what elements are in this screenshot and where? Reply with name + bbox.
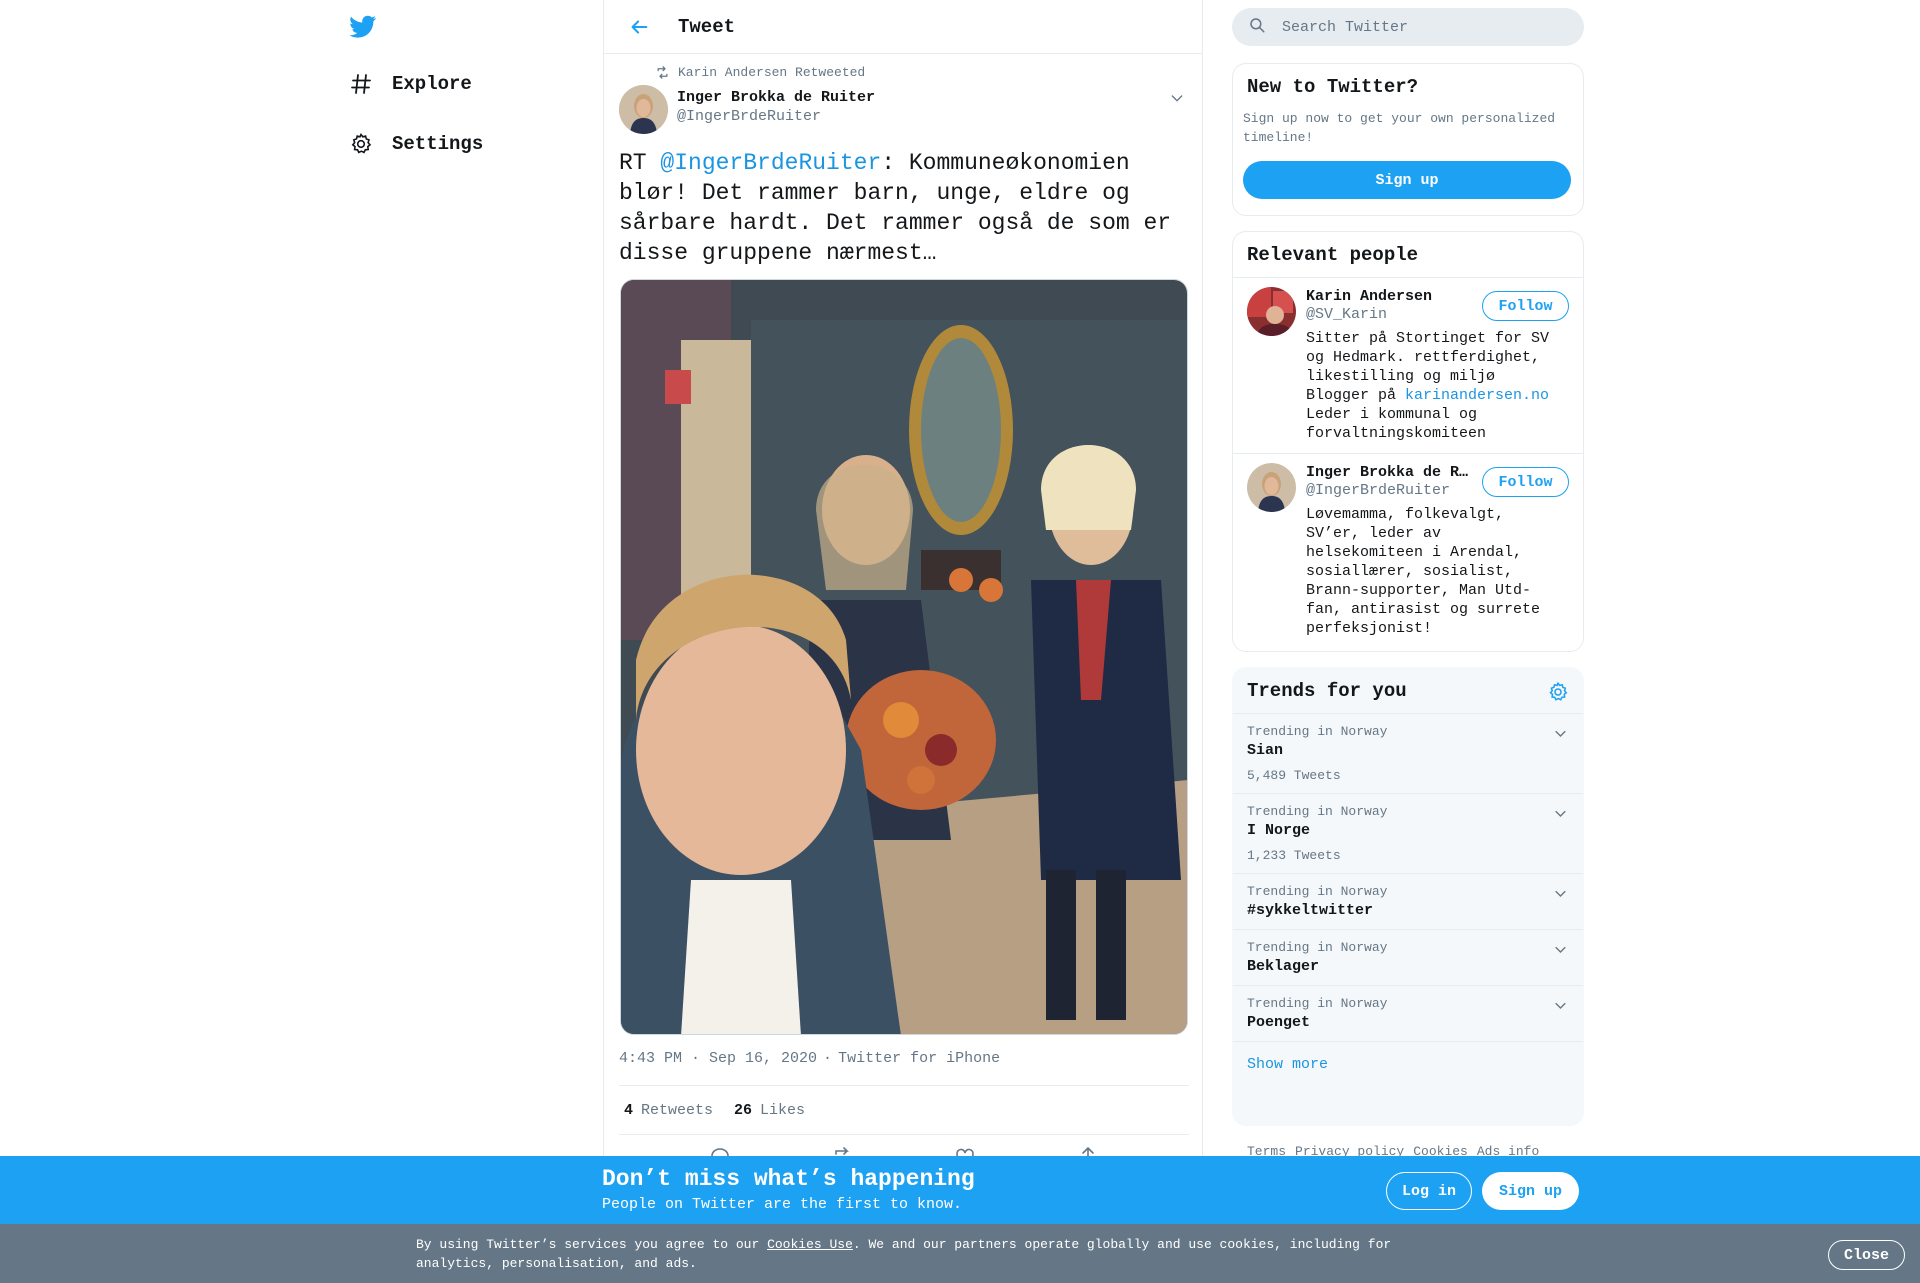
likes-label: Likes <box>760 1101 806 1119</box>
cookies-use-link[interactable]: Cookies Use <box>767 1237 853 1252</box>
search-input[interactable] <box>1282 18 1562 36</box>
chevron-down-icon[interactable] <box>1551 804 1569 822</box>
tweet-text-prefix: RT <box>619 150 661 176</box>
trend-name: Sian <box>1247 742 1284 759</box>
gear-icon <box>348 131 374 157</box>
nav-settings-label: Settings <box>392 133 484 155</box>
show-more-link[interactable]: Show more <box>1233 1042 1583 1087</box>
follow-button[interactable]: Follow <box>1482 291 1569 321</box>
nav-explore-label: Explore <box>392 73 472 95</box>
search-box[interactable] <box>1232 8 1584 46</box>
likes-stat[interactable]: 26 Likes <box>734 1102 805 1119</box>
trends-header: Trends for you <box>1233 668 1583 714</box>
trend-name: #sykkeltwitter <box>1247 902 1374 919</box>
tweet-column: Tweet Karin Andersen Retweeted Inger Bro… <box>603 0 1203 1283</box>
retweeted-by[interactable]: Karin Andersen Retweeted <box>678 65 865 80</box>
person-inger[interactable]: Inger Brokka de Ruiter @IngerBrdeRuiter … <box>1233 454 1583 648</box>
trend-context: Trending in Norway <box>1247 884 1388 899</box>
mention-link[interactable]: @IngerBrdeRuiter <box>660 150 881 176</box>
avatar[interactable] <box>1247 463 1296 512</box>
new-to-twitter-desc: Sign up now to get your own personalized… <box>1243 111 1556 145</box>
person-bio-text-end: Leder i kommunal og forvaltningskomiteen <box>1306 406 1487 442</box>
person-bio: Sitter på Stortinget for SV og Hedmark. … <box>1306 329 1551 443</box>
likes-count: 26 <box>734 1101 753 1119</box>
trend-item[interactable]: Trending in Norway Beklager <box>1233 930 1583 986</box>
twitter-bird-icon[interactable] <box>348 13 378 40</box>
banner-subtitle: People on Twitter are the first to know. <box>602 1196 963 1213</box>
trends-title: Trends for you <box>1247 680 1407 702</box>
follow-button[interactable]: Follow <box>1482 467 1569 497</box>
chevron-down-icon[interactable] <box>1551 996 1569 1014</box>
relevant-people-card: Relevant people Karin Andersen @SV_Karin… <box>1232 231 1584 652</box>
banner-title: Don’t miss what’s happening <box>602 1166 975 1192</box>
retweets-count: 4 <box>624 1101 634 1119</box>
chevron-down-icon[interactable] <box>1551 724 1569 742</box>
trend-count: 1,233 Tweets <box>1247 848 1341 863</box>
sidebar-signup-button[interactable]: Sign up <box>1243 161 1571 199</box>
relevant-people-title: Relevant people <box>1247 244 1419 266</box>
retweet-context: Karin Andersen Retweeted <box>654 64 865 80</box>
signup-button[interactable]: Sign up <box>1482 1172 1579 1210</box>
gear-icon[interactable] <box>1547 681 1569 703</box>
relevant-people-header: Relevant people <box>1233 232 1583 278</box>
page-title: Tweet <box>678 15 736 38</box>
search-icon <box>1248 16 1266 39</box>
cookie-banner: By using Twitter’s services you agree to… <box>0 1224 1920 1283</box>
trend-item[interactable]: Trending in Norway Poenget <box>1233 986 1583 1042</box>
chevron-down-icon[interactable] <box>1551 940 1569 958</box>
cookie-text: By using Twitter’s services you agree to… <box>416 1235 1416 1273</box>
person-name[interactable]: Karin Andersen <box>1306 288 1471 305</box>
arrow-left-icon[interactable] <box>624 12 654 42</box>
tweet-meta: 4:43 PM · Sep 16, 2020 · Twitter for iPh… <box>619 1050 1000 1067</box>
signup-banner: Don’t miss what’s happening People on Tw… <box>0 1156 1920 1224</box>
author-name[interactable]: Inger Brokka de Ruiter <box>677 89 875 106</box>
trend-name: I Norge <box>1247 822 1311 839</box>
person-bio: Løvemamma, folkevalgt, SV’er, leder av h… <box>1306 506 1541 637</box>
chevron-down-icon[interactable] <box>1551 884 1569 902</box>
trend-context: Trending in Norway <box>1247 940 1388 955</box>
trend-context: Trending in Norway <box>1247 804 1388 819</box>
trend-item[interactable]: Trending in Norway #sykkeltwitter <box>1233 874 1583 930</box>
tweet-text: RT @IngerBrdeRuiter: Kommuneøkonomien bl… <box>619 148 1189 268</box>
retweets-label: Retweets <box>641 1101 714 1119</box>
bio-link[interactable]: karinandersen.no <box>1405 387 1549 404</box>
chevron-down-icon[interactable] <box>1167 88 1187 108</box>
nav-explore[interactable]: Explore <box>348 64 472 104</box>
cookie-close-button[interactable]: Close <box>1828 1240 1905 1270</box>
trends-card: Trends for you Trending in Norway Sian 5… <box>1232 667 1584 1126</box>
tweet-stats: 4 Retweets 26 Likes <box>619 1085 1189 1135</box>
new-to-twitter-card: New to Twitter? Sign up now to get your … <box>1232 63 1584 216</box>
hashtag-icon <box>348 71 374 97</box>
avatar[interactable] <box>1247 287 1296 336</box>
trend-item[interactable]: Trending in Norway Sian 5,489 Tweets <box>1233 714 1583 794</box>
person-name[interactable]: Inger Brokka de Ruiter <box>1306 464 1471 481</box>
cookie-text-start: By using Twitter’s services you agree to… <box>416 1237 768 1252</box>
trend-item[interactable]: Trending in Norway I Norge 1,233 Tweets <box>1233 794 1583 874</box>
tweet-photo[interactable] <box>620 279 1188 1035</box>
nav-settings[interactable]: Settings <box>348 124 483 164</box>
person-karin[interactable]: Karin Andersen @SV_Karin Sitter på Stort… <box>1233 278 1583 454</box>
retweets-stat[interactable]: 4 Retweets <box>624 1102 713 1119</box>
trend-context: Trending in Norway <box>1247 724 1388 739</box>
trend-context: Trending in Norway <box>1247 996 1388 1011</box>
tweet-source[interactable]: Twitter for iPhone <box>838 1050 1000 1067</box>
retweet-icon <box>654 64 670 80</box>
trend-name: Poenget <box>1247 1014 1311 1031</box>
avatar[interactable] <box>619 85 668 134</box>
tweet-header: Tweet <box>604 0 1202 54</box>
trend-name: Beklager <box>1247 958 1320 975</box>
login-button[interactable]: Log in <box>1386 1172 1472 1210</box>
new-to-twitter-title: New to Twitter? <box>1247 76 1419 98</box>
trend-count: 5,489 Tweets <box>1247 768 1341 783</box>
meta-separator: · <box>823 1050 833 1067</box>
author-handle[interactable]: @IngerBrdeRuiter <box>677 108 875 125</box>
tweet-author[interactable]: Inger Brokka de Ruiter @IngerBrdeRuiter <box>619 85 875 134</box>
tweet-time[interactable]: 4:43 PM · Sep 16, 2020 <box>619 1050 817 1067</box>
